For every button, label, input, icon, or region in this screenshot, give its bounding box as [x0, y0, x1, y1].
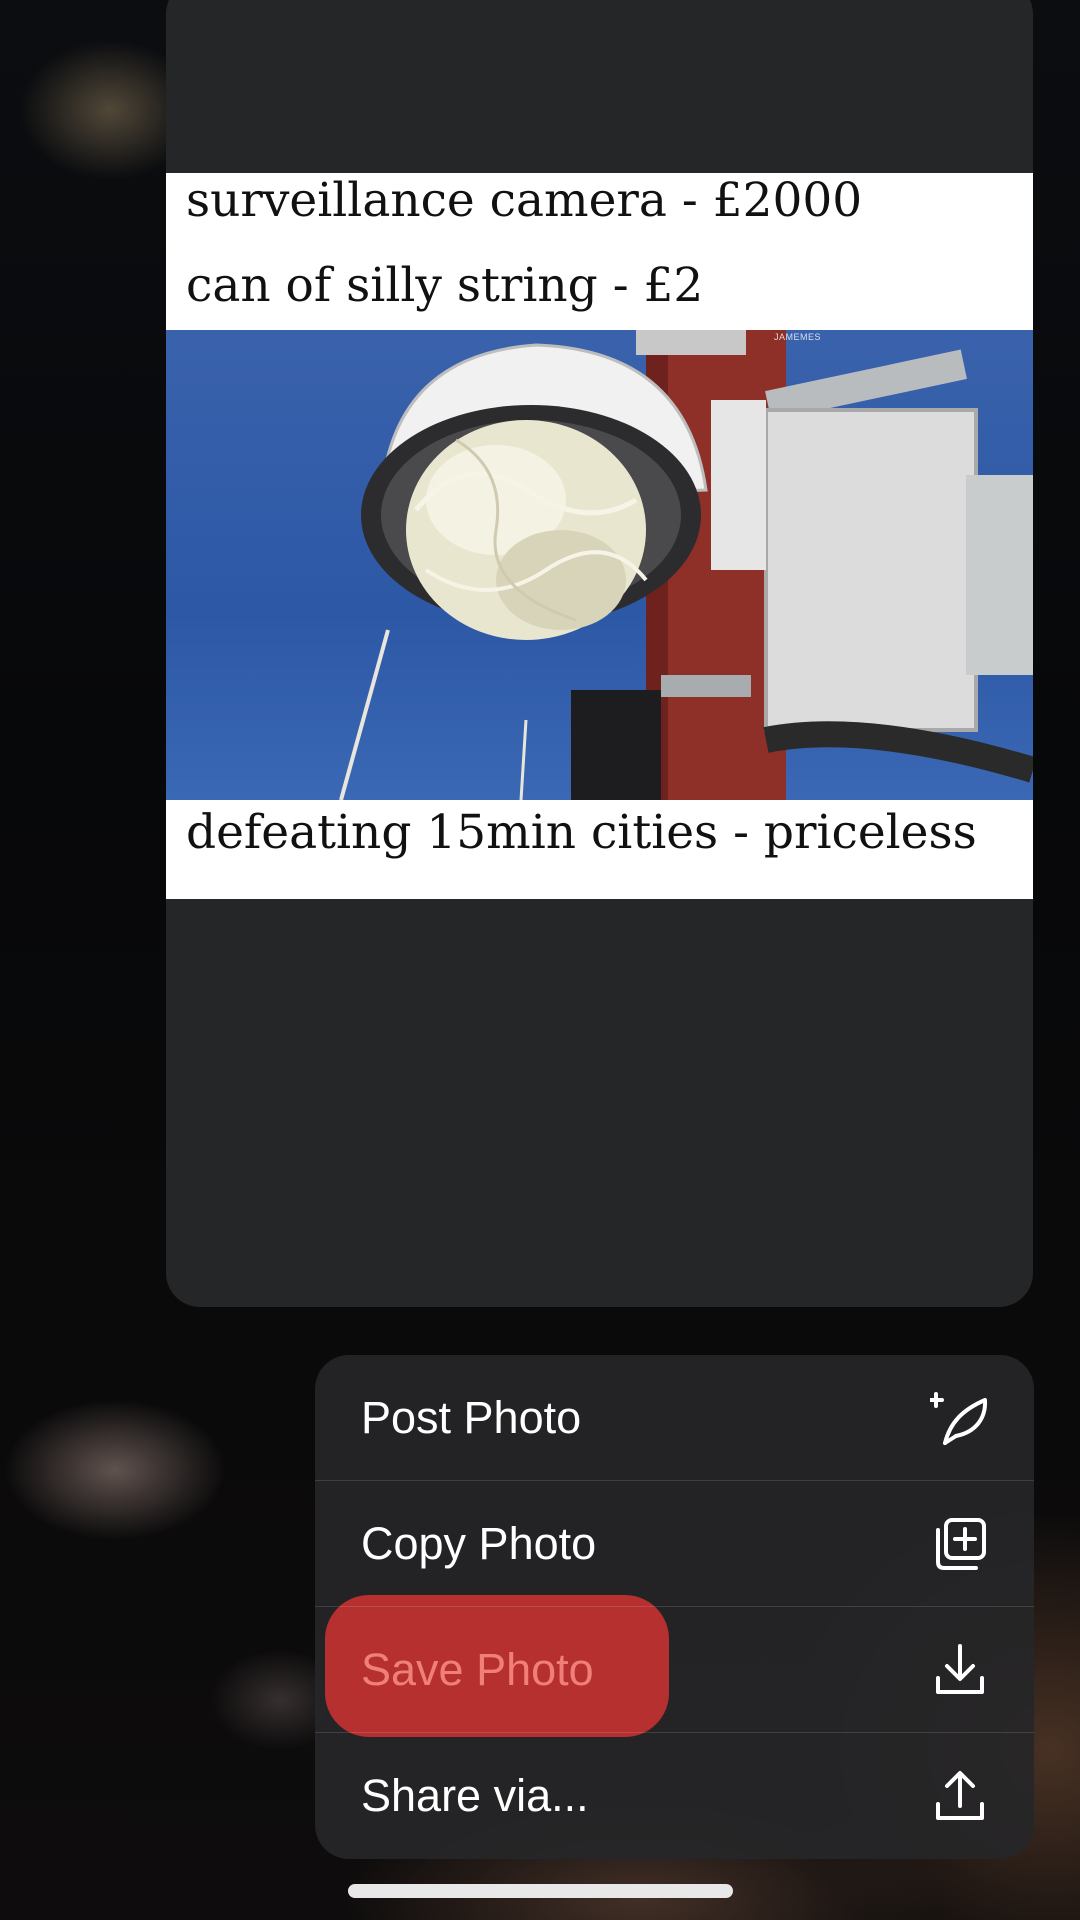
compose-feather-plus-icon [930, 1392, 988, 1445]
menu-item-share-via[interactable]: Share via... [315, 1733, 1034, 1859]
context-menu: Post Photo Copy Photo Save Photo Share v… [315, 1355, 1034, 1859]
menu-item-label: Save Photo [361, 1644, 594, 1695]
photo-preview-card: surveillance camera - £2000 can of silly… [166, 0, 1033, 1307]
menu-item-label: Copy Photo [361, 1518, 597, 1569]
download-icon [936, 1644, 984, 1694]
meme-watermark: JAMEMES [774, 332, 822, 342]
menu-item-save-photo[interactable]: Save Photo [315, 1607, 1034, 1733]
camera-photo-illustration [339, 330, 1033, 800]
meme-photo: JAMEMES [166, 330, 1033, 800]
menu-item-post-photo[interactable]: Post Photo [315, 1355, 1034, 1481]
meme-caption-top: surveillance camera - £2000 [186, 173, 863, 228]
menu-item-label: Post Photo [361, 1392, 582, 1443]
menu-item-label: Share via... [361, 1770, 589, 1821]
home-indicator[interactable] [348, 1884, 733, 1898]
copy-plus-icon [936, 1518, 986, 1570]
meme-caption-middle: can of silly string - £2 [186, 258, 704, 313]
share-upload-icon [936, 1771, 984, 1820]
screen: surveillance camera - £2000 can of silly… [0, 0, 1080, 1920]
meme-image: surveillance camera - £2000 can of silly… [166, 173, 1033, 899]
meme-caption-bottom: defeating 15min cities - priceless [186, 805, 977, 860]
menu-item-copy-photo[interactable]: Copy Photo [315, 1481, 1034, 1607]
